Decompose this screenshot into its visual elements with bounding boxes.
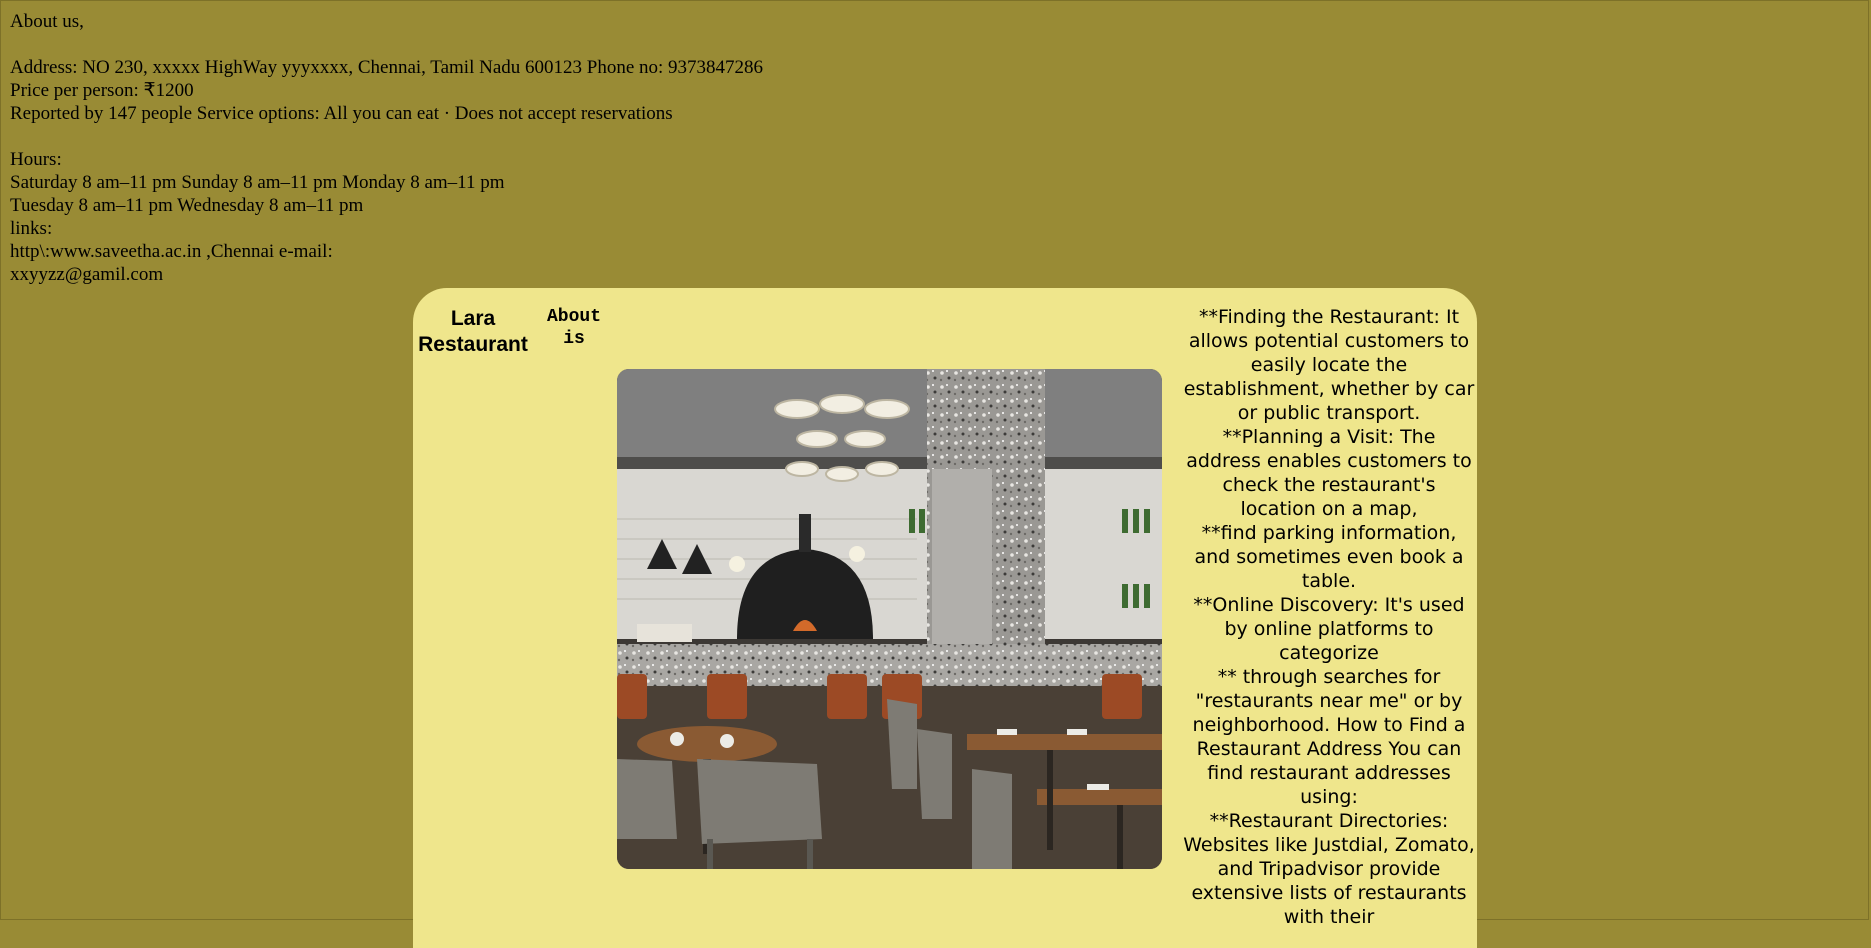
description-paragraph: **Planning a Visit: The address enables … [1186, 426, 1472, 520]
links-label: links: [10, 218, 53, 239]
brand-title: Lara Restaurant [413, 306, 533, 358]
about-is-line: About [546, 307, 601, 327]
restaurant-interior-photo [617, 369, 1162, 869]
about-is-heading: About is [527, 306, 621, 350]
brand-title-line: Lara [450, 307, 496, 330]
description-paragraph: **find parking information, and sometime… [1194, 522, 1464, 592]
links-line: http\:www.saveetha.ac.in ,Chennai e-mail… [10, 241, 333, 262]
email-text: xxyyzz@gamil.com [10, 264, 164, 285]
hours-label: Hours: [10, 149, 62, 170]
price-line: Price per person: ₹1200 [10, 80, 194, 101]
description-paragraph: **Restaurant Directories: Websites like … [1183, 810, 1475, 928]
about-section: About us, Address: NO 230, xxxxx HighWay… [10, 10, 830, 286]
hours-line: Saturday 8 am–11 pm Sunday 8 am–11 pm Mo… [10, 172, 505, 193]
restaurant-photo [617, 369, 1162, 869]
description-text: **Finding the Restaurant: It allows pote… [1183, 305, 1475, 929]
service-line: Reported by 147 people Service options: … [10, 103, 673, 124]
address-line: Address: NO 230, xxxxx HighWay yyyxxxx, … [10, 57, 764, 78]
description-paragraph: ** through searches for "restaurants nea… [1192, 666, 1466, 808]
brand-title-line: Restaurant [418, 333, 528, 356]
about-is-line: is [563, 329, 585, 349]
hours-line: Tuesday 8 am–11 pm Wednesday 8 am–11 pm [10, 195, 364, 216]
content-panel: Lara Restaurant About is **Finding the R… [413, 288, 1477, 948]
description-paragraph: **Finding the Restaurant: It allows pote… [1183, 306, 1475, 424]
about-heading: About us, [10, 11, 84, 32]
description-paragraph: **Online Discovery: It's used by online … [1193, 594, 1465, 664]
